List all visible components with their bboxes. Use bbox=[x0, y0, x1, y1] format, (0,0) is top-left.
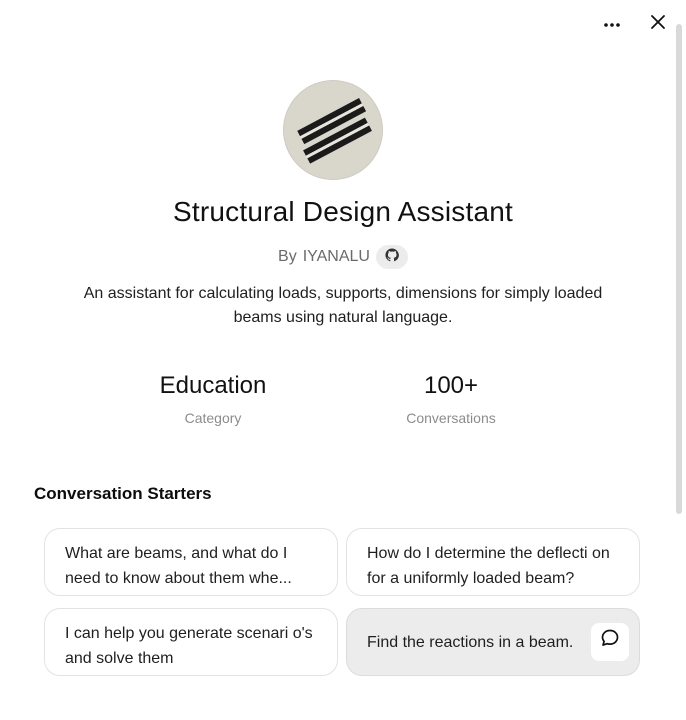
starter-text: How do I determine the deflecti on for a… bbox=[367, 545, 610, 587]
scrollbar[interactable] bbox=[676, 24, 682, 514]
starter-card-hovered[interactable]: Find the reactions in a beam. bbox=[346, 608, 640, 676]
more-options-button[interactable] bbox=[598, 10, 626, 38]
stat-conversations-label: Conversations bbox=[406, 410, 496, 426]
stat-category-value: Education bbox=[159, 372, 267, 399]
starter-card[interactable]: What are beams, and what do I need to kn… bbox=[44, 528, 338, 596]
conversation-starters-heading: Conversation Starters bbox=[34, 484, 212, 503]
chat-bubble-icon bbox=[600, 628, 620, 656]
author-name: IYANALU bbox=[302, 248, 370, 265]
stat-category: Education Category bbox=[113, 372, 313, 426]
starter-card[interactable]: How do I determine the deflecti on for a… bbox=[346, 528, 640, 596]
stat-conversations: 100+ Conversations bbox=[351, 372, 551, 426]
more-horizontal-icon bbox=[603, 15, 621, 33]
by-prefix: By bbox=[278, 248, 297, 265]
author-byline: By IYANALU bbox=[0, 245, 686, 269]
github-link[interactable] bbox=[375, 245, 408, 269]
starter-text: I can help you generate scenari o's and … bbox=[65, 625, 313, 667]
gpt-title: Structural Design Assistant bbox=[173, 196, 513, 227]
steel-beams-image bbox=[297, 98, 372, 164]
start-chat-button[interactable] bbox=[591, 623, 629, 661]
starter-card[interactable]: I can help you generate scenari o's and … bbox=[44, 608, 338, 676]
top-bar bbox=[598, 10, 672, 38]
gpt-avatar bbox=[283, 80, 383, 180]
starter-text: Find the reactions in a beam. bbox=[367, 633, 574, 651]
close-button[interactable] bbox=[644, 10, 672, 38]
stat-category-label: Category bbox=[184, 410, 242, 426]
stat-conversations-value: 100+ bbox=[423, 372, 479, 399]
github-icon bbox=[385, 247, 399, 267]
close-icon bbox=[650, 14, 666, 35]
gpt-description: An assistant for calculating loads, supp… bbox=[83, 285, 603, 326]
starter-text: What are beams, and what do I need to kn… bbox=[65, 545, 292, 587]
